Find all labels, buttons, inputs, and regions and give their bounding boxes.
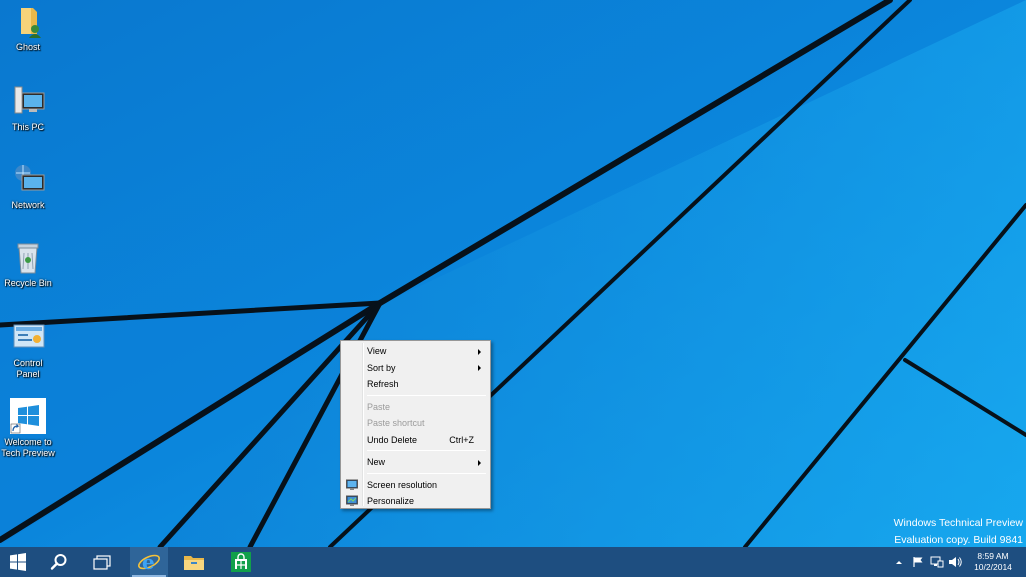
menu-item-sort-by[interactable]: Sort by (343, 360, 488, 377)
search-icon (50, 554, 67, 570)
desktop-context-menu: View Sort by Refresh Paste Paste shortcu… (340, 340, 491, 509)
show-hidden-icons-button[interactable] (892, 547, 906, 577)
menu-item-label: Paste (367, 401, 391, 412)
menu-item-label: Personalize (367, 496, 415, 506)
file-explorer-button[interactable] (178, 547, 210, 577)
menu-item-label: Paste shortcut (367, 418, 425, 428)
menu-item-new[interactable]: New (343, 454, 488, 471)
desktop-icon-label: Ghost (15, 42, 40, 52)
desktop-icon-recycle-bin[interactable]: Recycle Bin (0, 241, 56, 289)
menu-separator (367, 450, 486, 451)
menu-item-label: Screen resolution (367, 479, 438, 490)
search-button[interactable] (45, 547, 73, 577)
start-icon (10, 553, 26, 571)
flag-icon (913, 557, 923, 567)
menu-item-label: Sort by (367, 362, 396, 373)
menu-item-shortcut: Ctrl+Z (449, 434, 474, 445)
computer-icon (11, 85, 45, 119)
internet-explorer-icon: e (138, 550, 160, 574)
menu-item-undo-delete[interactable]: Undo Delete Ctrl+Z (343, 432, 488, 449)
submenu-arrow-icon (478, 459, 481, 466)
menu-item-refresh[interactable]: Refresh (343, 376, 488, 393)
network-icon (11, 163, 45, 197)
desktop-icon-label: Recycle Bin (4, 278, 52, 288)
menu-item-paste-shortcut[interactable]: Paste shortcut (343, 415, 488, 432)
desktop-icon-control-panel[interactable]: Control Panel (0, 321, 56, 380)
menu-item-paste[interactable]: Paste (343, 399, 488, 416)
task-view-icon (93, 555, 111, 570)
control-panel-icon (11, 321, 45, 355)
speaker-icon (949, 557, 962, 567)
clock-time: 8:59 AM (977, 551, 1009, 561)
menu-item-personalize[interactable]: Personalize (343, 493, 488, 510)
watermark-line: Windows Technical Preview (893, 517, 1023, 529)
user-folder-icon (11, 5, 45, 39)
taskbar: e 8:59 AM 10/2/2014 (0, 547, 1026, 577)
desktop-icon-network[interactable]: Network (0, 163, 56, 211)
desktop-icon-label: Network (11, 200, 45, 210)
menu-separator (367, 472, 486, 474)
action-center-button[interactable] (910, 547, 926, 577)
desktop-icon-welcome[interactable]: Welcome to Tech Preview (0, 398, 56, 459)
menu-item-label: Undo Delete (367, 434, 418, 445)
file-explorer-icon (184, 556, 204, 570)
taskbar-clock[interactable]: 8:59 AM 10/2/2014 (968, 551, 1018, 573)
evaluation-watermark: Windows Technical Preview Evaluation cop… (894, 515, 1023, 549)
personalize-icon (346, 495, 358, 506)
menu-item-view[interactable]: View (343, 343, 488, 360)
menu-item-label: New (367, 457, 386, 467)
desktop-icon-this-pc[interactable]: This PC (0, 85, 56, 133)
clock-date: 10/2/2014 (974, 562, 1012, 572)
menu-item-screen-resolution[interactable]: Screen resolution (343, 477, 488, 494)
task-view-button[interactable] (88, 547, 116, 577)
desktop-icon-label: This PC (11, 122, 44, 132)
desktop-icon-label: Welcome to Tech Preview (1, 437, 55, 458)
desktop-icon-ghost[interactable]: Ghost (0, 5, 56, 53)
menu-item-label: Refresh (367, 379, 399, 389)
network-status-icon (930, 556, 944, 568)
screen-resolution-icon (346, 479, 358, 490)
submenu-arrow-icon (478, 365, 481, 371)
volume-button[interactable] (947, 547, 963, 577)
store-icon (231, 552, 251, 572)
internet-explorer-button[interactable]: e (130, 547, 168, 577)
chevron-up-icon (896, 561, 902, 564)
desktop-icon-label: Control Panel (13, 358, 43, 379)
network-status-button[interactable] (929, 547, 945, 577)
menu-item-label: View (367, 346, 387, 356)
submenu-arrow-icon (478, 348, 481, 355)
store-button[interactable] (226, 547, 256, 577)
desktop-wallpaper[interactable] (0, 0, 1026, 547)
recycle-bin-icon (11, 241, 45, 275)
windows-shortcut-icon (10, 398, 46, 434)
svg-text:e: e (142, 550, 155, 574)
menu-separator (367, 394, 486, 396)
start-button[interactable] (4, 547, 32, 577)
